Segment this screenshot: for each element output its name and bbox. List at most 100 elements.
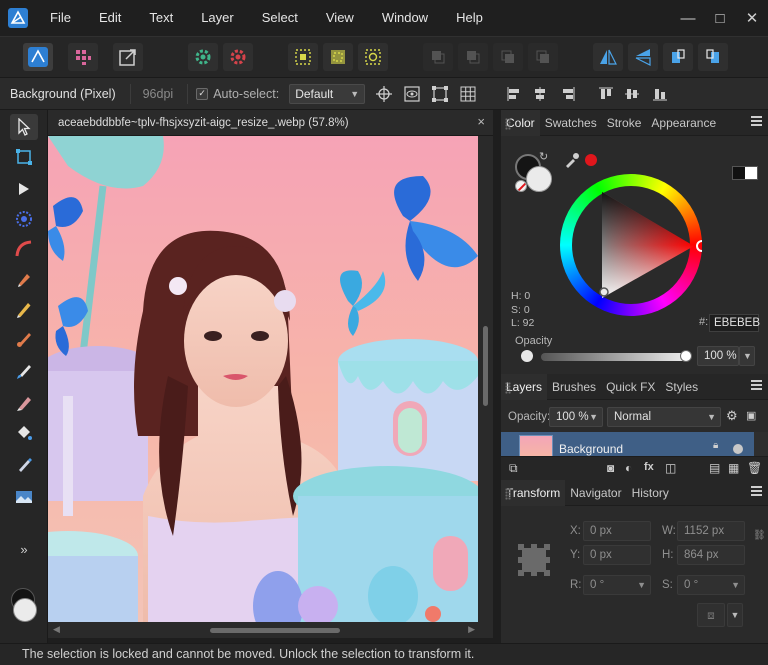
rotate-left-button[interactable] (663, 43, 693, 71)
delete-layer-icon[interactable]: 🗑︎ (747, 461, 762, 475)
panel-grip-icon[interactable] (505, 488, 511, 500)
invert-selection-button[interactable] (323, 43, 353, 71)
fill-color-well[interactable] (526, 166, 552, 192)
order-backward-button[interactable] (458, 43, 488, 71)
panel-menu-icon[interactable] (751, 380, 762, 390)
paint-brush-tool[interactable] (10, 326, 38, 352)
w-input[interactable]: 1152 px (677, 521, 745, 541)
pointer-tool[interactable] (10, 176, 38, 202)
adjustment-layer-icon[interactable]: ◐ (625, 461, 632, 475)
selection-marquee-button[interactable] (288, 43, 318, 71)
y-input[interactable]: 0 px (583, 545, 651, 565)
menu-edit[interactable]: Edit (85, 0, 135, 36)
align-center-button[interactable] (529, 83, 551, 105)
opacity-slider-track[interactable] (541, 353, 689, 361)
mask-layer-icon[interactable]: ◙ (607, 461, 614, 475)
transform-origin-toggle[interactable]: ⧈ (697, 603, 725, 627)
rotation-dropdown[interactable]: 0 ° ▼ (583, 575, 651, 595)
menu-help[interactable]: Help (442, 0, 497, 36)
layer-visibility-icon[interactable] (733, 444, 743, 454)
pen-tool[interactable] (10, 266, 38, 292)
more-tools-button[interactable]: » (10, 536, 38, 562)
color-wells[interactable] (9, 588, 39, 624)
menu-view[interactable]: View (312, 0, 368, 36)
document-tab[interactable]: aceaebddbbfe~tplv-fhsjxsyzit-aigc_resize… (48, 110, 493, 136)
layer-row-background[interactable]: Background 🔒︎ (501, 432, 754, 456)
place-image-tool[interactable] (10, 484, 38, 510)
opacity-input[interactable]: 100 % (697, 346, 739, 366)
group-layers-icon[interactable]: ▦ (728, 461, 739, 475)
move-tool[interactable] (10, 114, 38, 140)
align-top-button[interactable] (595, 83, 617, 105)
tab-appearance[interactable]: Appearance (646, 110, 721, 136)
opacity-slider-handle[interactable] (680, 350, 692, 362)
crop-tool[interactable] (10, 236, 38, 262)
menu-window[interactable]: Window (368, 0, 442, 36)
flip-horizontal-button[interactable] (593, 43, 623, 71)
scrollbar-thumb[interactable] (210, 628, 340, 633)
menu-file[interactable]: File (36, 0, 85, 36)
fx-icon[interactable]: fx (644, 461, 654, 473)
export-persona-button[interactable] (113, 43, 143, 71)
erase-brush-tool[interactable] (10, 390, 38, 416)
document-canvas[interactable] (48, 136, 478, 622)
tab-quick-fx[interactable]: Quick FX (601, 374, 660, 400)
tab-styles[interactable]: Styles (660, 374, 703, 400)
flip-vertical-button[interactable] (628, 43, 658, 71)
order-forward-button[interactable] (493, 43, 523, 71)
scroll-right-icon[interactable]: ▶ (468, 624, 475, 635)
settings-gear-button[interactable] (188, 43, 218, 71)
opacity-dropdown[interactable]: ▼ (739, 346, 755, 366)
layer-stack-icon[interactable]: ⧉ (509, 461, 518, 476)
assistant-gear-button[interactable] (223, 43, 253, 71)
flood-fill-tool[interactable] (10, 420, 38, 446)
tab-swatches[interactable]: Swatches (540, 110, 602, 136)
link-aspect-icon[interactable]: ⛓︎ (753, 530, 766, 541)
close-window-button[interactable]: ✕ (736, 0, 768, 36)
auto-select-checkbox[interactable]: ✓ (196, 87, 209, 100)
swap-colors-icon[interactable]: ↻ (539, 150, 548, 163)
x-input[interactable]: 0 px (583, 521, 651, 541)
align-bottom-button[interactable] (649, 83, 671, 105)
color-triangle[interactable] (560, 174, 702, 316)
dodge-tool[interactable] (10, 452, 38, 478)
live-filter-icon[interactable]: ◫ (665, 461, 676, 475)
canvas-vertical-scrollbar[interactable] (478, 136, 493, 622)
layer-opacity-dropdown[interactable]: 100 % ▼ (549, 407, 603, 427)
lock-icon[interactable]: ▣ (746, 409, 756, 422)
liquify-persona-button[interactable] (68, 43, 98, 71)
add-pixel-layer-icon[interactable]: ▤ (709, 461, 720, 475)
pencil-tool[interactable] (10, 296, 38, 322)
origin-dropdown[interactable]: ▼ (727, 603, 743, 627)
order-front-button[interactable] (528, 43, 558, 71)
photo-persona-button[interactable] (23, 43, 53, 71)
anchor-point-selector-icon[interactable] (518, 544, 550, 576)
canvas-horizontal-scrollbar[interactable]: ◀ ▶ (48, 622, 493, 638)
scroll-left-icon[interactable]: ◀ (53, 624, 60, 635)
selection-brush-tool[interactable] (10, 206, 38, 232)
blend-mode-dropdown[interactable]: Normal ▼ (607, 407, 721, 427)
hex-input[interactable]: EBEBEB (709, 314, 760, 332)
panel-grip-icon[interactable] (505, 118, 511, 130)
scale-with-object-button[interactable] (429, 83, 451, 105)
restore-button[interactable]: □ (704, 0, 736, 36)
rotate-right-button[interactable] (698, 43, 728, 71)
affinity-photo-logo-icon[interactable] (0, 0, 36, 36)
panel-grip-icon[interactable] (505, 382, 511, 394)
shear-dropdown[interactable]: 0 ° ▼ (677, 575, 745, 595)
layer-lock-icon[interactable]: 🔒︎ (713, 440, 718, 451)
snapping-grid-button[interactable] (457, 83, 479, 105)
view-tool[interactable] (10, 144, 38, 170)
tab-brushes[interactable]: Brushes (547, 374, 601, 400)
show-bounding-box-button[interactable] (401, 83, 423, 105)
scrollbar-thumb[interactable] (483, 326, 488, 406)
auto-select-dropdown[interactable]: Default ▼ (289, 83, 366, 104)
saturation-handle[interactable] (599, 287, 609, 297)
panel-menu-icon[interactable] (751, 486, 762, 496)
minimize-button[interactable]: — (672, 0, 704, 36)
no-color-icon[interactable] (515, 180, 527, 192)
close-icon[interactable]: × (477, 114, 485, 129)
align-middle-button[interactable] (621, 83, 643, 105)
primary-color-well[interactable] (13, 598, 37, 622)
tab-stroke[interactable]: Stroke (602, 110, 647, 136)
